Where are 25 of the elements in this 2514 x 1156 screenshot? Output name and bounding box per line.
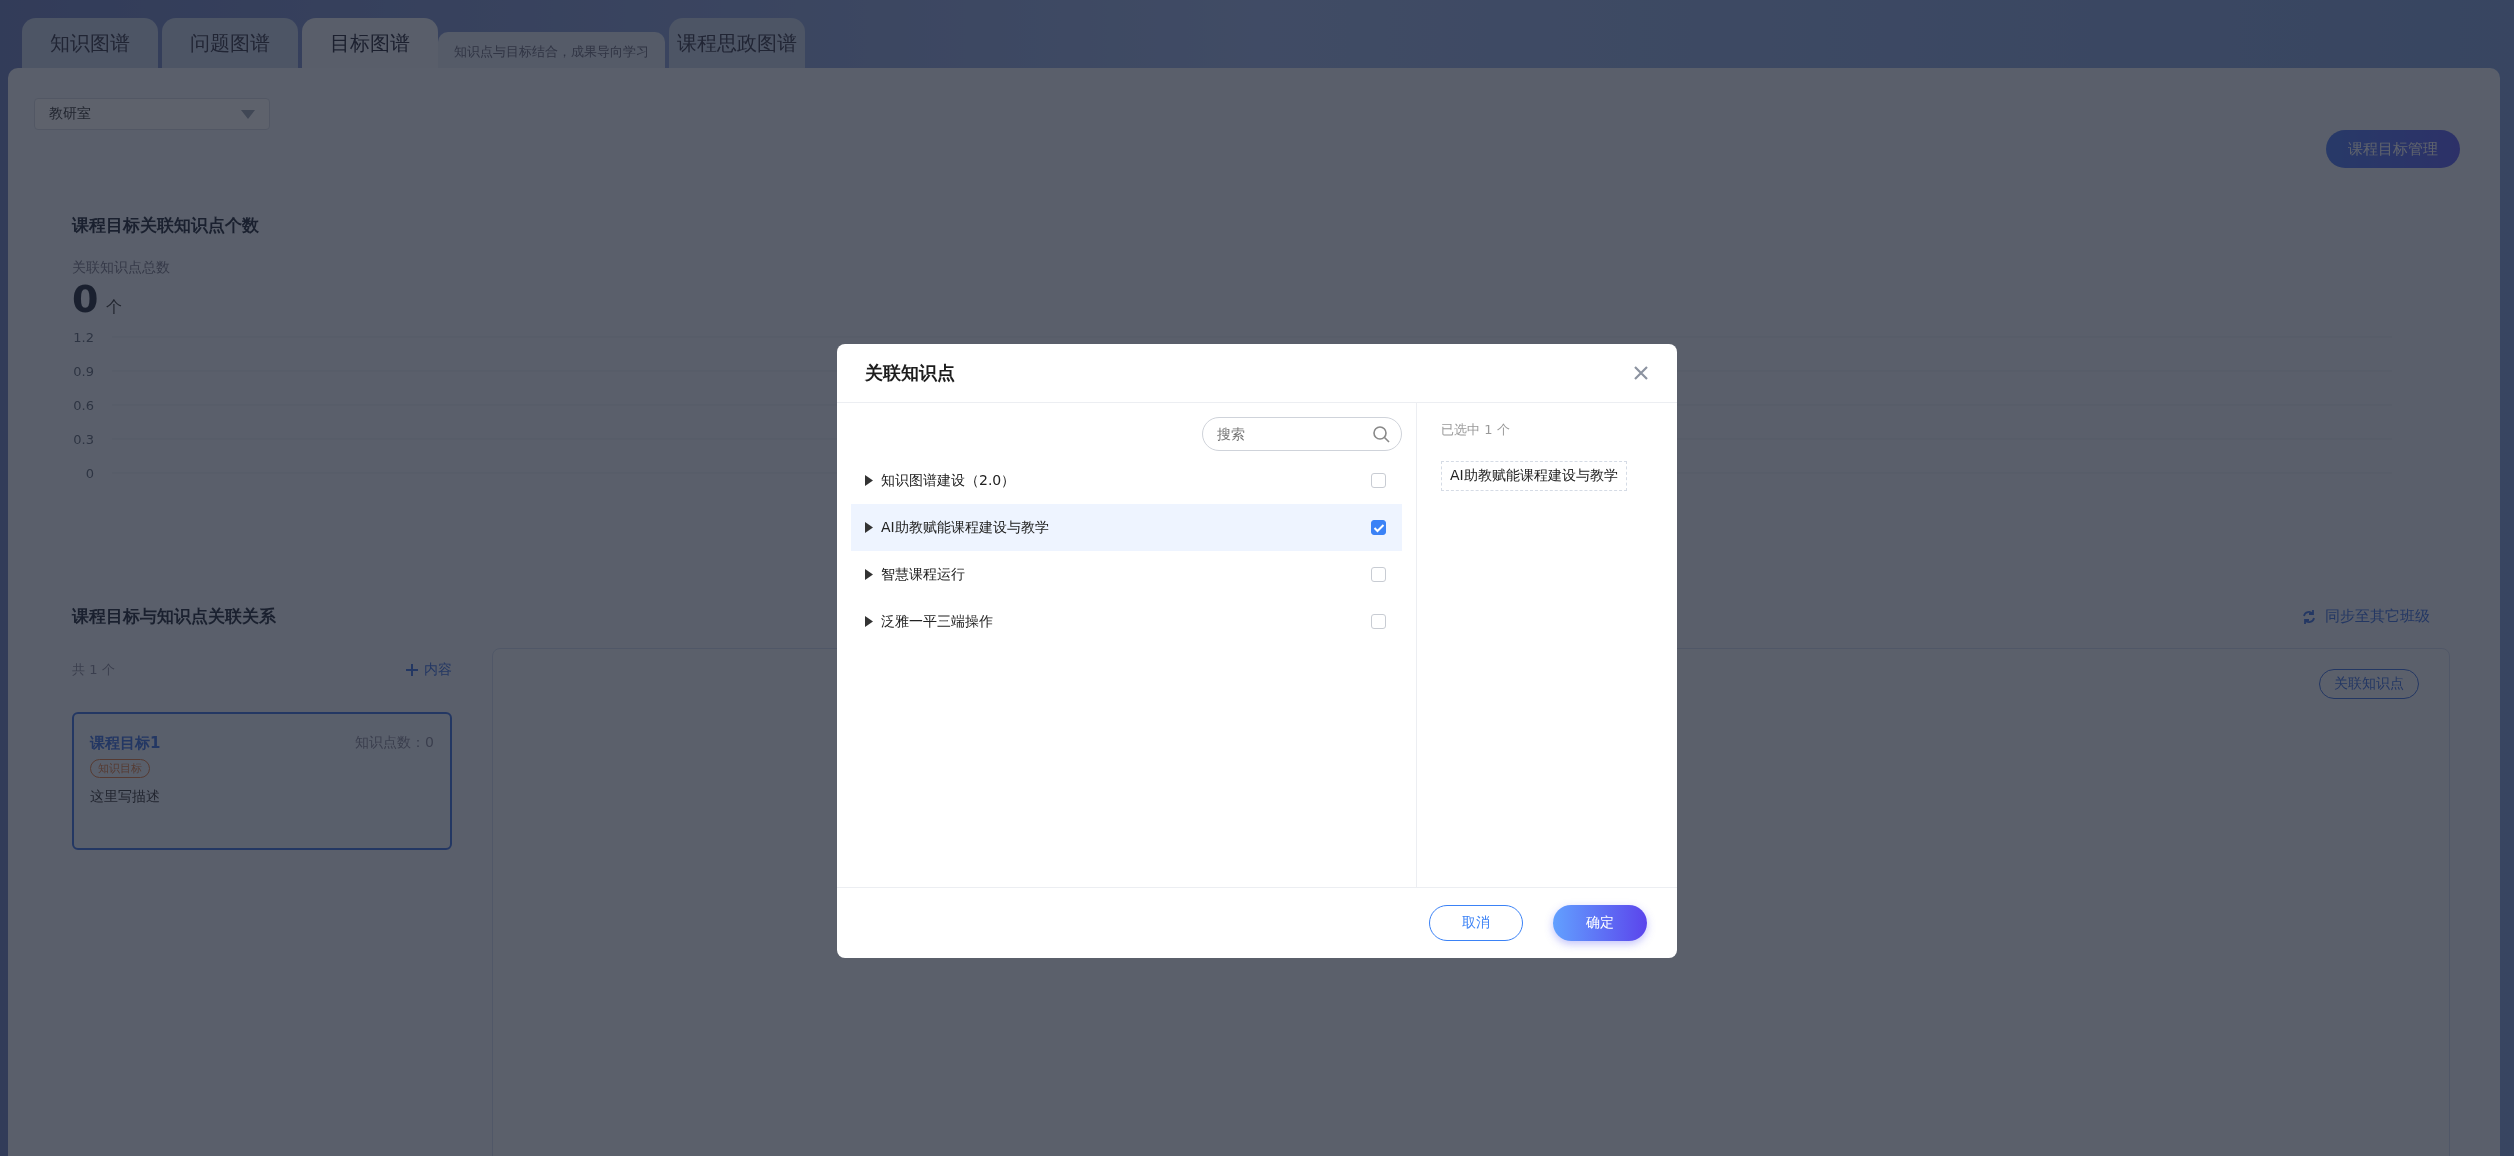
stat-value: 0 <box>72 277 99 321</box>
search-icon <box>1372 425 1390 443</box>
tree-item[interactable]: 知识图谱建设（2.0） <box>851 457 1402 504</box>
tree-item[interactable]: AI助教赋能课程建设与教学 <box>851 504 1402 551</box>
selected-count: 已选中 1 个 <box>1441 421 1510 439</box>
expand-icon <box>865 475 873 486</box>
dialog-title: 关联知识点 <box>865 361 955 385</box>
expand-icon <box>865 569 873 580</box>
checkbox[interactable] <box>1371 520 1386 535</box>
tree-item[interactable]: 泛雅一平三端操作 <box>851 598 1402 645</box>
tree-item[interactable]: 智慧课程运行 <box>851 551 1402 598</box>
checkbox[interactable] <box>1371 567 1386 582</box>
close-icon[interactable] <box>1633 365 1649 381</box>
expand-icon <box>865 522 873 533</box>
stat-unit: 个 <box>106 297 123 318</box>
checkbox[interactable] <box>1371 614 1386 629</box>
checkbox[interactable] <box>1371 473 1386 488</box>
cancel-button[interactable]: 取消 <box>1429 905 1523 941</box>
section-title: 课程目标关联知识点个数 <box>72 214 260 237</box>
selected-item: AI助教赋能课程建设与教学 <box>1441 461 1627 491</box>
section-title: 课程目标与知识点关联关系 <box>72 605 276 628</box>
goal-description: 这里写描述 <box>90 788 160 806</box>
search-field[interactable]: 搜索 <box>1202 417 1402 451</box>
expand-icon <box>865 616 873 627</box>
confirm-button[interactable]: 确定 <box>1553 905 1647 941</box>
